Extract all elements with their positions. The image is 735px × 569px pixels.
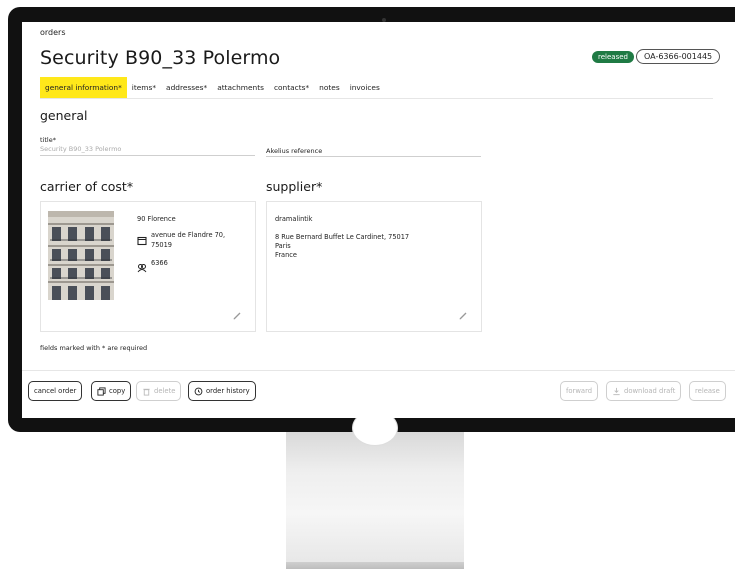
supplier-address: 8 Rue Bernard Buffet Le Cardinet, 75017 [275, 233, 410, 241]
order-history-label: order history [206, 387, 250, 395]
copy-button[interactable]: copy [91, 381, 132, 401]
title-label: title* [40, 136, 56, 144]
forward-button[interactable]: forward [560, 381, 599, 401]
tab-bar: general information* items* addresses* a… [40, 77, 385, 99]
footer-divider [22, 370, 735, 371]
tab-addresses[interactable]: addresses* [161, 77, 212, 99]
carrier-card: 90 Florence avenue de Flandre 70, 75019 … [40, 201, 256, 332]
tab-invoices[interactable]: invoices [345, 77, 385, 99]
tab-items[interactable]: items* [127, 77, 161, 99]
order-id-badge: OA-6366-001445 [636, 49, 721, 64]
page-title: Security B90_33 Polermo [40, 47, 281, 69]
section-heading-general: general [40, 108, 88, 123]
section-heading-carrier: carrier of cost* [40, 179, 134, 194]
edit-supplier-pencil-icon[interactable] [458, 306, 468, 320]
download-draft-button[interactable]: download draft [606, 381, 682, 401]
akelius-reference-label: Akelius reference [266, 147, 323, 155]
supplier-city: Paris [275, 242, 291, 250]
group-icon [137, 258, 147, 273]
download-draft-label: download draft [624, 387, 676, 395]
carrier-address-line2: 75019 [151, 241, 172, 249]
stand-foot [286, 562, 464, 569]
edit-carrier-pencil-icon[interactable] [232, 306, 242, 320]
copy-label: copy [109, 387, 126, 395]
akelius-reference-input[interactable] [266, 156, 481, 157]
delete-button[interactable]: delete [136, 381, 182, 401]
tab-general-information[interactable]: general information* [40, 77, 127, 99]
cancel-order-button[interactable]: cancel order [28, 381, 83, 401]
supplier-country: France [275, 251, 297, 259]
cancel-order-label: cancel order [34, 387, 77, 395]
carrier-name: 90 Florence [137, 215, 176, 223]
tab-contacts[interactable]: contacts* [269, 77, 314, 99]
supplier-name: dramalintik [275, 215, 313, 223]
trash-icon [143, 388, 150, 396]
tab-notes[interactable]: notes [314, 77, 345, 99]
app-screen: orders Security B90_33 Polermo released … [22, 22, 735, 418]
order-history-button[interactable]: order history [188, 381, 256, 401]
download-icon [613, 387, 620, 395]
release-label: release [695, 387, 720, 395]
building-photo [48, 211, 114, 300]
history-icon [194, 387, 203, 395]
carrier-address-line1: avenue de Flandre 70, [151, 231, 226, 239]
tab-attachments[interactable]: attachments [212, 77, 269, 99]
delete-label: delete [154, 387, 176, 395]
supplier-card: dramalintik 8 Rue Bernard Buffet Le Card… [266, 201, 482, 332]
required-fields-note: fields marked with * are required [40, 344, 148, 352]
title-input[interactable]: Security B90_33 Polermo [40, 144, 255, 156]
release-button[interactable]: release [689, 381, 726, 401]
section-heading-supplier: supplier* [266, 179, 323, 194]
tab-divider [40, 98, 713, 99]
breadcrumb[interactable]: orders [40, 28, 66, 37]
forward-label: forward [566, 387, 593, 395]
monitor-stand [286, 432, 464, 568]
building-icon [137, 231, 147, 246]
status-badge: released [592, 51, 634, 63]
carrier-code: 6366 [151, 259, 168, 267]
copy-icon [97, 386, 106, 396]
